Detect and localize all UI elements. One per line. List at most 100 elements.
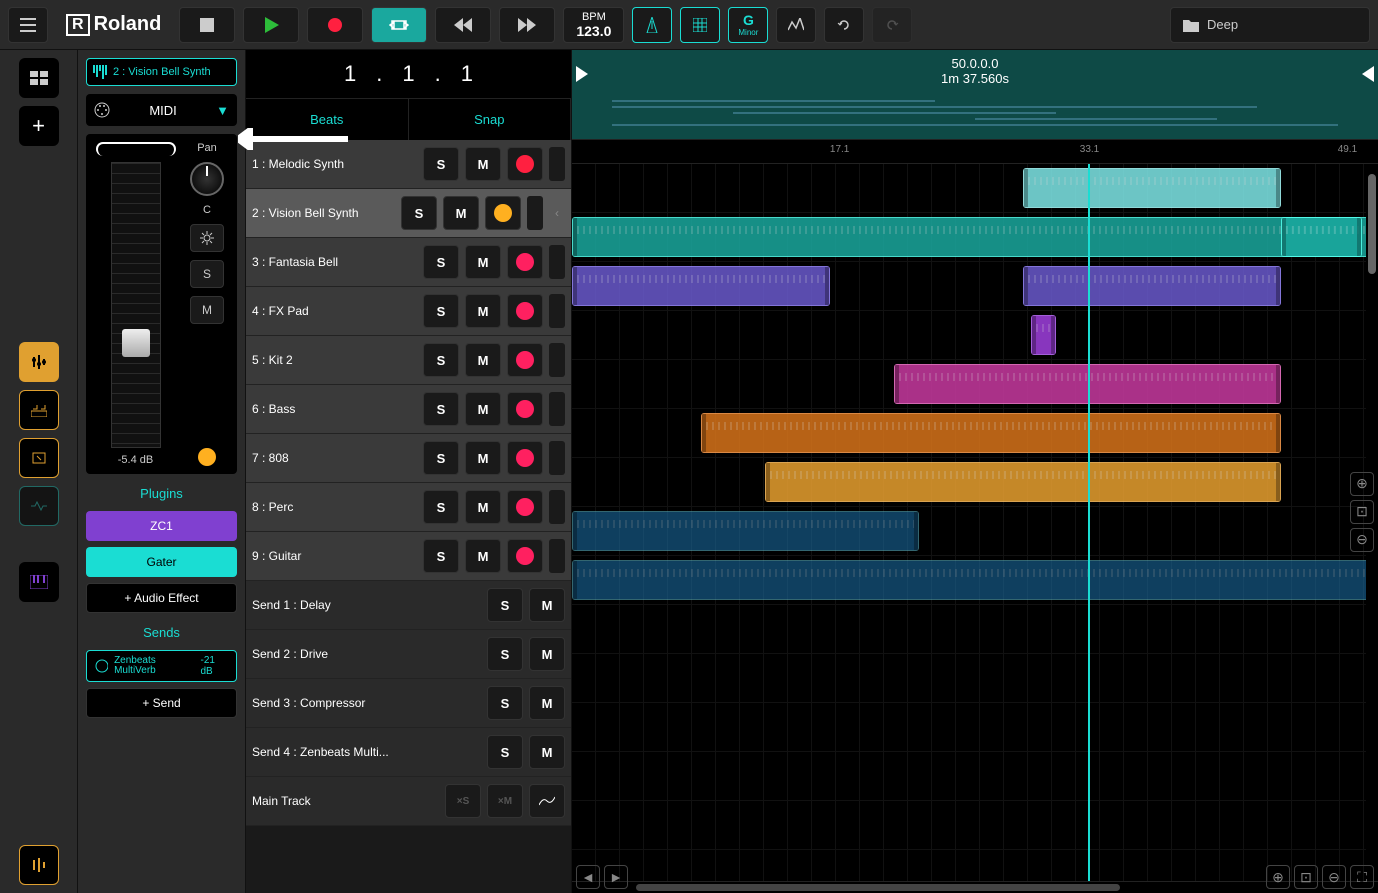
clips-row[interactable] — [572, 752, 1378, 801]
rec-arm-indicator[interactable] — [198, 448, 216, 466]
track-row[interactable]: 9 : GuitarSM — [246, 532, 571, 581]
send-track-row[interactable]: Send 1 : DelaySM — [246, 581, 571, 630]
clip[interactable] — [572, 266, 830, 306]
volume-fader[interactable] — [111, 162, 161, 448]
loop-button[interactable] — [371, 7, 427, 43]
clip[interactable] — [1031, 315, 1055, 355]
clips-row[interactable] — [572, 409, 1378, 458]
mute-button[interactable]: M — [465, 294, 501, 328]
mute-button[interactable]: M — [529, 637, 565, 671]
track-row[interactable]: 5 : Kit 2SM — [246, 336, 571, 385]
fullscreen-button[interactable]: ⛶ — [1350, 865, 1374, 889]
snap-button[interactable]: Snap — [409, 99, 572, 140]
overview-strip[interactable]: 50.0.0.0 1m 37.560s — [572, 50, 1378, 140]
grid-button[interactable] — [680, 7, 720, 43]
mute-button[interactable]: M — [529, 588, 565, 622]
add-button[interactable]: + — [19, 106, 59, 146]
edit-tool-button[interactable] — [19, 342, 59, 382]
mute-button[interactable]: M — [443, 196, 479, 230]
mute-button[interactable]: M — [529, 686, 565, 720]
plugin-tool-button[interactable] — [19, 390, 59, 430]
routing-tool-button[interactable] — [19, 438, 59, 478]
solo-mini-button[interactable]: S — [190, 260, 224, 288]
horizontal-scrollbar[interactable] — [572, 881, 1378, 893]
time-display[interactable]: 1 . 1 . 1 — [246, 50, 571, 98]
clips-row[interactable] — [572, 605, 1378, 654]
mute-button[interactable]: M — [465, 343, 501, 377]
clips-row[interactable] — [572, 213, 1378, 262]
undo-button[interactable] — [824, 7, 864, 43]
stop-button[interactable] — [179, 7, 235, 43]
mute-button[interactable]: M — [465, 539, 501, 573]
send-track-row[interactable]: Send 3 : CompressorSM — [246, 679, 571, 728]
clips-row[interactable] — [572, 507, 1378, 556]
vscroll-thumb[interactable] — [1368, 174, 1376, 274]
clips-area[interactable] — [572, 164, 1378, 881]
clips-row[interactable] — [572, 703, 1378, 752]
record-arm-button[interactable] — [507, 539, 543, 573]
clips-row[interactable] — [572, 458, 1378, 507]
clip[interactable] — [1281, 217, 1362, 257]
clip[interactable] — [572, 560, 1378, 600]
rewind-button[interactable] — [435, 7, 491, 43]
solo-button[interactable]: S — [423, 392, 459, 426]
scroll-right-button[interactable]: ► — [604, 865, 628, 889]
mute-button[interactable]: M — [465, 245, 501, 279]
add-audio-effect-button[interactable]: + Audio Effect — [86, 583, 237, 613]
clip[interactable] — [765, 462, 1281, 502]
solo-button[interactable]: S — [423, 441, 459, 475]
solo-button[interactable]: S — [487, 735, 523, 769]
record-arm-button[interactable] — [507, 441, 543, 475]
add-send-button[interactable]: + Send — [86, 688, 237, 718]
record-arm-button[interactable] — [485, 196, 521, 230]
solo-button[interactable]: S — [423, 490, 459, 524]
record-arm-button[interactable] — [507, 147, 543, 181]
clips-row[interactable] — [572, 556, 1378, 605]
automation-tool-button[interactable] — [19, 486, 59, 526]
main-track-row[interactable]: Main Track×S×M — [246, 777, 571, 826]
midi-selector[interactable]: MIDI ▼ — [86, 94, 237, 126]
record-arm-button[interactable] — [507, 245, 543, 279]
track-selector[interactable]: 2 : Vision Bell Synth — [86, 58, 237, 86]
settings-mini-button[interactable] — [190, 224, 224, 252]
track-row[interactable]: 4 : FX PadSM — [246, 287, 571, 336]
mute-button[interactable]: M — [529, 735, 565, 769]
collapse-button[interactable]: ‹ — [549, 196, 565, 230]
forward-button[interactable] — [499, 7, 555, 43]
mute-button[interactable]: M — [465, 392, 501, 426]
key-button[interactable]: G Minor — [728, 7, 768, 43]
track-row[interactable]: 6 : BassSM — [246, 385, 571, 434]
clip[interactable] — [1023, 266, 1281, 306]
record-arm-button[interactable] — [507, 294, 543, 328]
hscroll-thumb[interactable] — [636, 884, 1120, 891]
record-arm-button[interactable] — [507, 490, 543, 524]
mute-button[interactable]: M — [465, 147, 501, 181]
record-arm-button[interactable] — [507, 343, 543, 377]
solo-button[interactable]: S — [423, 147, 459, 181]
mixer-icon-button[interactable] — [776, 7, 816, 43]
clips-row[interactable] — [572, 360, 1378, 409]
project-folder[interactable]: Deep — [1170, 7, 1370, 43]
bpm-display[interactable]: BPM 123.0 — [563, 7, 624, 43]
clip[interactable] — [572, 511, 919, 551]
record-arm-button[interactable] — [507, 392, 543, 426]
fader-handle[interactable] — [122, 329, 150, 357]
automation-button[interactable] — [529, 784, 565, 818]
clips-row[interactable] — [572, 262, 1378, 311]
track-row[interactable]: 7 : 808SM — [246, 434, 571, 483]
menu-button[interactable] — [8, 7, 48, 43]
h-zoom-fit-button[interactable]: ⊡ — [1294, 865, 1318, 889]
v-zoom-in-button[interactable]: ⊕ — [1350, 472, 1374, 496]
redo-button[interactable] — [872, 7, 912, 43]
h-zoom-out-button[interactable]: ⊖ — [1322, 865, 1346, 889]
pan-knob[interactable] — [190, 162, 224, 196]
clips-row[interactable] — [572, 164, 1378, 213]
track-row[interactable]: 8 : PercSM — [246, 483, 571, 532]
main-mute-button[interactable]: ×M — [487, 784, 523, 818]
browser-button[interactable] — [19, 58, 59, 98]
clips-row[interactable] — [572, 801, 1378, 850]
solo-button[interactable]: S — [423, 245, 459, 279]
solo-button[interactable]: S — [423, 539, 459, 573]
solo-button[interactable]: S — [423, 343, 459, 377]
solo-button[interactable]: S — [401, 196, 437, 230]
